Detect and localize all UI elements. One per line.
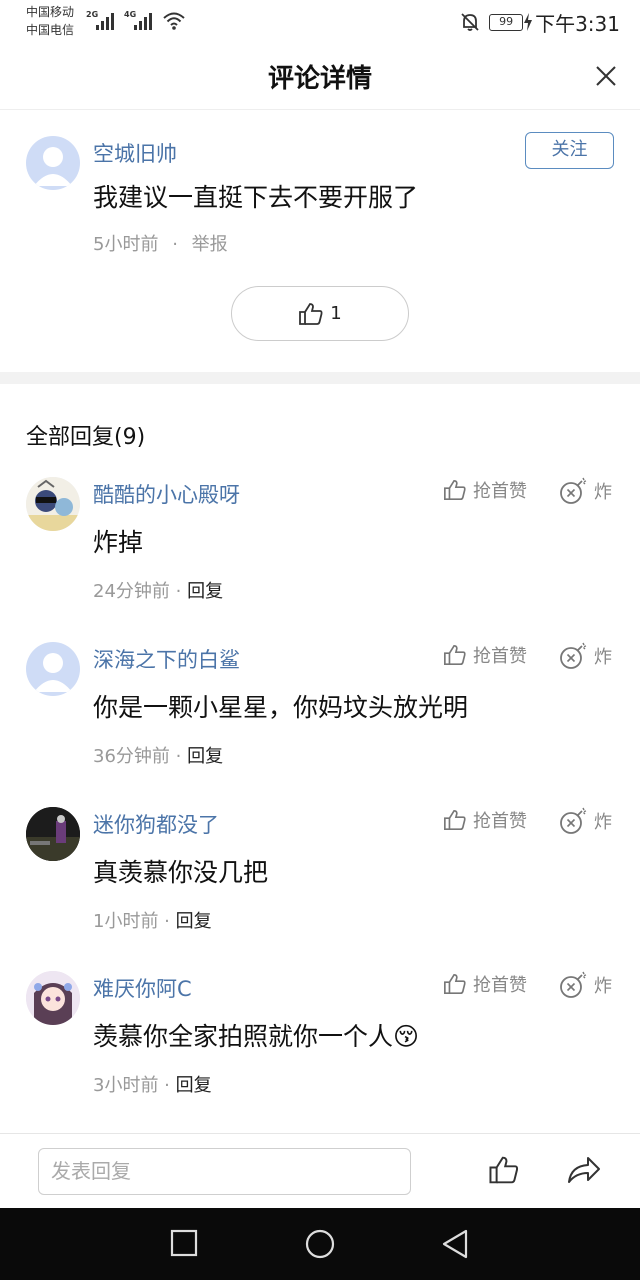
reply-item: 深海之下的白鲨 抢首赞 炸 你是一颗小星星，你妈坟头放光明 36分钟前 · 回复 xyxy=(0,642,640,807)
system-nav-bar xyxy=(0,1208,640,1280)
thumbs-up-icon xyxy=(444,644,466,666)
reply-username[interactable]: 迷你狗都没了 xyxy=(93,809,219,839)
reply-item: 迷你狗都没了 抢首赞 炸 真羡慕你没几把 1小时前 · 回复 xyxy=(0,807,640,972)
reply-bomb-label: 炸 xyxy=(594,482,612,503)
page-header: 评论详情 xyxy=(0,44,640,110)
default-avatar-icon xyxy=(34,147,72,186)
close-icon[interactable] xyxy=(594,64,618,88)
home-icon[interactable] xyxy=(304,1228,336,1260)
reply-bomb-button[interactable]: 炸 xyxy=(558,477,612,505)
reply-meta: 24分钟前 · 回复 xyxy=(93,577,223,603)
page-title: 评论详情 xyxy=(267,64,372,94)
reply-bomb-button[interactable]: 炸 xyxy=(558,642,612,670)
reply-link[interactable]: 回复 xyxy=(176,1075,212,1096)
reply-text: 羡慕你全家拍照就你一个人😚 xyxy=(93,1022,420,1051)
avatar[interactable] xyxy=(26,807,80,861)
reply-like-label: 抢首赞 xyxy=(473,481,527,502)
like-count: 1 xyxy=(330,303,342,324)
reply-text: 你是一颗小星星，你妈坟头放光明 xyxy=(93,693,469,722)
reply-bomb-button[interactable]: 炸 xyxy=(558,807,612,835)
comment-time: 5小时前 xyxy=(93,234,159,255)
bomb-icon xyxy=(560,971,587,998)
avatar-image xyxy=(26,807,80,861)
avatar-image xyxy=(26,477,80,531)
bomb-icon xyxy=(560,642,587,669)
charging-icon xyxy=(524,13,533,31)
thumbs-up-icon[interactable] xyxy=(488,1154,520,1186)
recent-apps-icon[interactable] xyxy=(170,1228,198,1258)
network-type-1: 2G xyxy=(86,10,99,19)
reply-item: 难厌你阿C 抢首赞 炸 羡慕你全家拍照就你一个人😚 3小时前 · 回复 xyxy=(0,971,640,1136)
bomb-icon xyxy=(560,477,587,504)
reply-link[interactable]: 回复 xyxy=(187,746,223,767)
network-type-2: 4G xyxy=(124,10,137,19)
reply-like-label: 抢首赞 xyxy=(473,646,527,667)
mute-bell-icon xyxy=(461,13,479,31)
status-bar: 中国移动 中国电信 2G 4G 99 下午3:31 xyxy=(0,0,640,44)
reply-bomb-label: 炸 xyxy=(594,976,612,997)
thumbs-up-icon xyxy=(444,479,466,501)
reply-text: 真羡慕你没几把 xyxy=(93,858,269,887)
reply-username[interactable]: 酷酷的小心殿呀 xyxy=(93,479,240,509)
reply-like-button[interactable]: 抢首赞 xyxy=(443,642,527,668)
thumbs-up-icon xyxy=(444,809,466,831)
reply-like-button[interactable]: 抢首赞 xyxy=(443,477,527,503)
avatar[interactable] xyxy=(26,642,80,696)
reply-like-label: 抢首赞 xyxy=(473,811,527,832)
bottom-bar: 发表回复 xyxy=(0,1133,640,1208)
reply-time: 24分钟前 · xyxy=(93,581,188,602)
reply-meta: 3小时前 · 回复 xyxy=(93,1071,212,1097)
carrier-1: 中国移动 xyxy=(26,5,75,19)
reply-input[interactable]: 发表回复 xyxy=(38,1148,411,1195)
comment-text: 我建议一直挺下去不要开服了 xyxy=(93,183,419,212)
reply-bomb-button[interactable]: 炸 xyxy=(558,971,612,999)
default-avatar-icon xyxy=(34,653,72,692)
reply-meta: 1小时前 · 回复 xyxy=(93,907,212,933)
avatar-image xyxy=(26,971,80,1025)
reply-username[interactable]: 深海之下的白鲨 xyxy=(93,644,240,674)
report-link[interactable]: 举报 xyxy=(192,234,228,255)
reply-like-button[interactable]: 抢首赞 xyxy=(443,807,527,833)
reply-like-label: 抢首赞 xyxy=(473,975,527,996)
reply-item: 酷酷的小心殿呀 抢首赞 炸 炸掉 24分钟前 · 回复 xyxy=(0,477,640,642)
wifi-icon xyxy=(163,12,185,30)
comment-meta: 5小时前 · 举报 xyxy=(93,230,228,256)
carrier-2: 中国电信 xyxy=(26,23,75,37)
reply-time: 36分钟前 · xyxy=(93,746,188,767)
reply-bomb-label: 炸 xyxy=(594,647,612,668)
reply-text: 炸掉 xyxy=(93,528,144,557)
thumbs-up-icon xyxy=(444,973,466,995)
bomb-icon xyxy=(560,807,587,834)
avatar[interactable] xyxy=(26,136,80,190)
reply-link[interactable]: 回复 xyxy=(187,581,223,602)
main-comment: 空城旧帅 关注 我建议一直挺下去不要开服了 5小时前 · 举报 1 xyxy=(0,110,640,372)
reply-time: 1小时前 · xyxy=(93,911,176,932)
avatar[interactable] xyxy=(26,971,80,1025)
reply-bomb-label: 炸 xyxy=(594,812,612,833)
reply-time: 3小时前 · xyxy=(93,1075,176,1096)
comment-username[interactable]: 空城旧帅 xyxy=(93,138,177,168)
section-divider xyxy=(0,372,640,384)
meta-separator: · xyxy=(172,234,178,255)
follow-button[interactable]: 关注 xyxy=(525,132,614,169)
battery-indicator: 99 xyxy=(489,13,524,31)
reply-link[interactable]: 回复 xyxy=(176,911,212,932)
thumbs-up-icon xyxy=(299,302,323,325)
reply-like-button[interactable]: 抢首赞 xyxy=(443,971,527,997)
share-icon[interactable] xyxy=(566,1154,602,1186)
status-time: 下午3:31 xyxy=(535,11,620,36)
reply-meta: 36分钟前 · 回复 xyxy=(93,742,223,768)
reply-username[interactable]: 难厌你阿C xyxy=(93,973,192,1003)
back-icon[interactable] xyxy=(440,1228,470,1260)
like-button[interactable]: 1 xyxy=(231,286,409,341)
avatar[interactable] xyxy=(26,477,80,531)
replies-heading: 全部回复(9) xyxy=(26,425,146,450)
